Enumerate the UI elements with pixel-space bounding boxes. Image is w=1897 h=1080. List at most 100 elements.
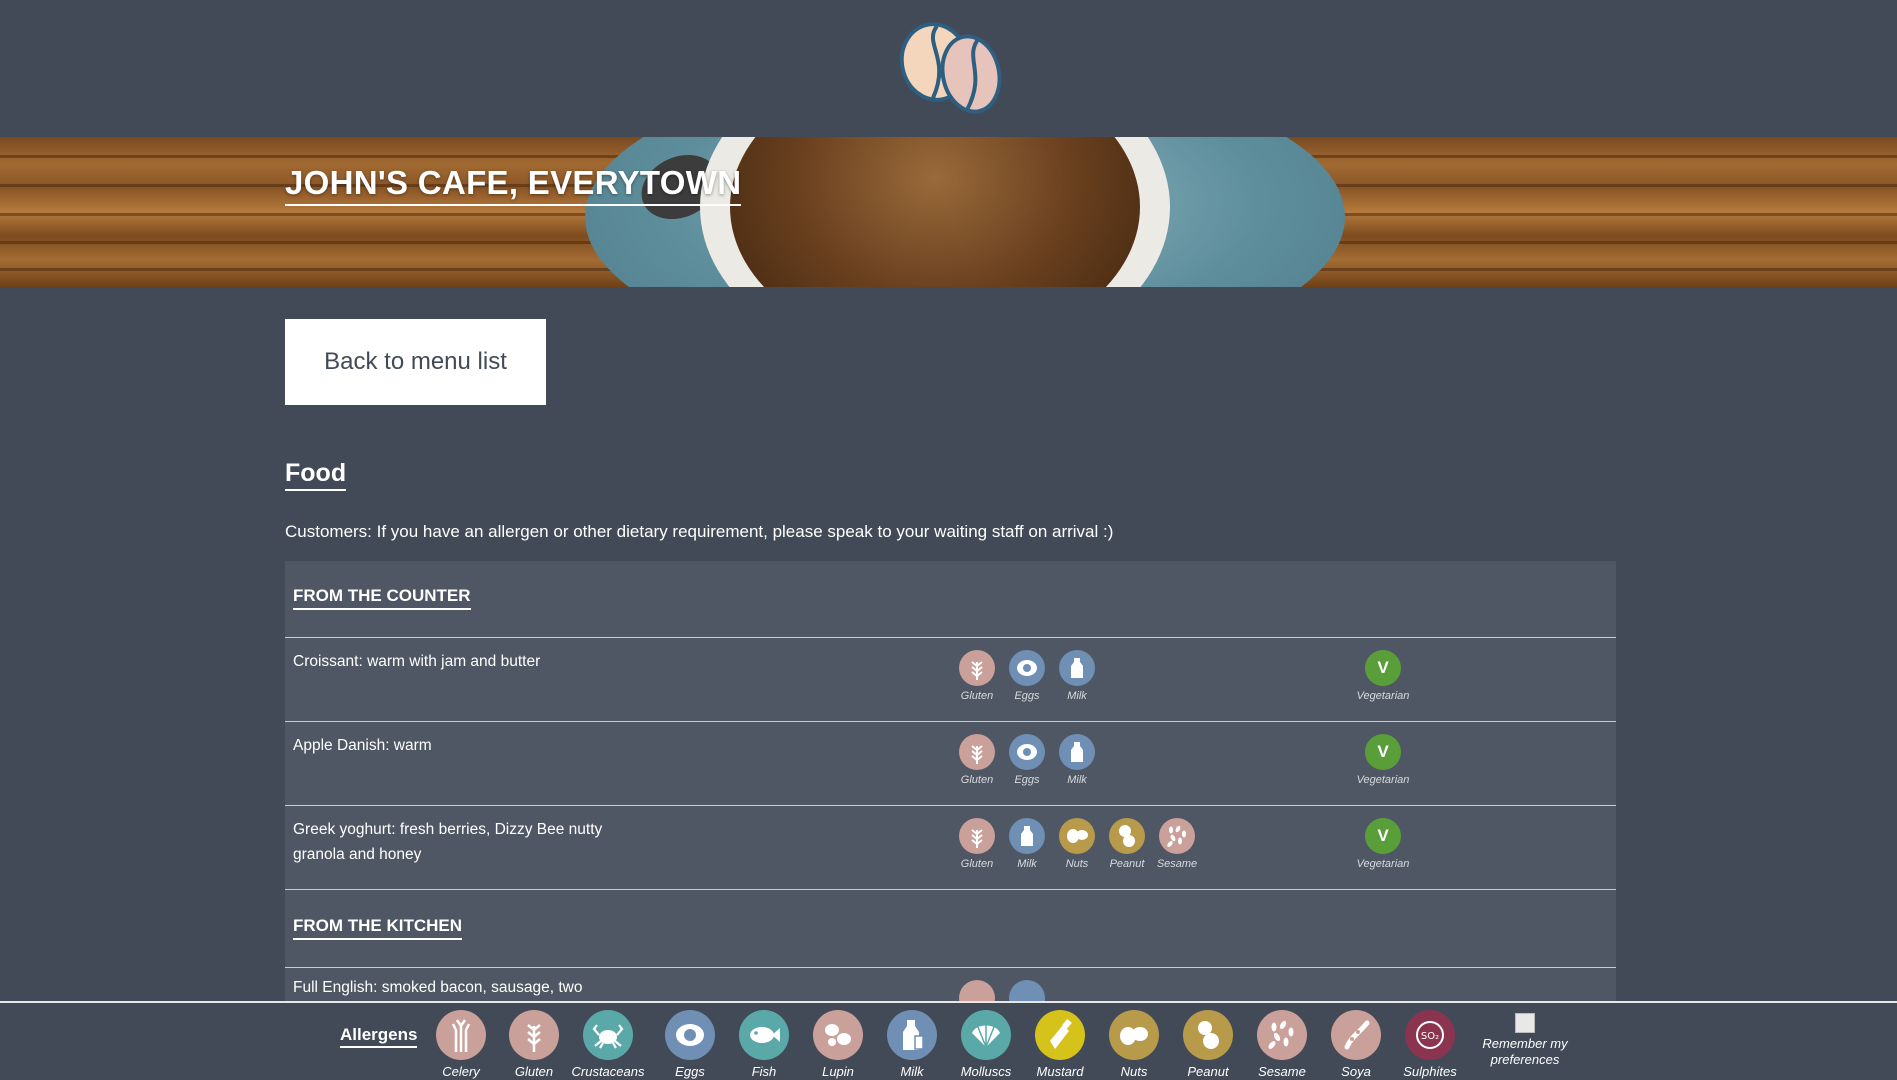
egg-icon (665, 1010, 715, 1060)
diet-label: Vegetarian (1356, 690, 1410, 702)
milk-bottle-icon (1009, 818, 1045, 854)
filter-gluten[interactable]: Gluten (497, 1010, 571, 1079)
allergens-label: Allergens (340, 1025, 418, 1048)
filter-milk[interactable]: Milk (875, 1010, 949, 1079)
allergen-label: Gluten (960, 774, 994, 786)
filter-label: Sulphites (1403, 1064, 1457, 1079)
allergen-label: Sesame (1156, 858, 1198, 870)
filter-label: Soya (1341, 1064, 1371, 1079)
filter-label: Fish (751, 1064, 777, 1079)
allergen-filter-bar: Allergens Celery Gluten Crustaceans Eggs… (0, 1001, 1897, 1080)
remember-preferences-checkbox[interactable] (1515, 1013, 1535, 1033)
header-banner (0, 137, 1897, 287)
filter-soya[interactable]: Soya (1319, 1010, 1393, 1079)
filter-mustard[interactable]: Mustard (1023, 1010, 1097, 1079)
filter-label: Sesame (1258, 1064, 1306, 1079)
category-heading: FROM THE COUNTER (293, 586, 471, 610)
allergen-milk: Milk (1052, 650, 1102, 702)
sulphites-symbol: SO₂ (1421, 1031, 1439, 1042)
diet-vegetarian: V Vegetarian (1343, 650, 1423, 702)
allergen-eggs: Eggs (1002, 650, 1052, 702)
wheat-icon (959, 818, 995, 854)
filter-label: Celery (442, 1064, 480, 1079)
section-title: Food (285, 459, 347, 491)
peanut-icon (1109, 818, 1145, 854)
filter-crustaceans[interactable]: Crustaceans (571, 1010, 645, 1079)
allergen-label: Gluten (960, 690, 994, 702)
vegetarian-icon: V (1365, 818, 1401, 854)
menu-item-name: Greek yoghurt: fresh berries, Dizzy Bee … (293, 821, 603, 863)
filter-sulphites[interactable]: SO₂ Sulphites (1393, 1010, 1467, 1079)
wheat-icon (509, 1010, 559, 1060)
allergen-label: Peanut (1109, 858, 1145, 870)
allergen-milk: Milk (1052, 734, 1102, 786)
diet-label: Vegetarian (1356, 774, 1410, 786)
sesame-icon (1257, 1010, 1307, 1060)
filter-lupin[interactable]: Lupin (801, 1010, 875, 1079)
page-title[interactable]: JOHN'S CAFE, EVERYTOWN (285, 164, 742, 206)
allergen-label: Eggs (1014, 774, 1040, 786)
filter-label: Eggs (675, 1064, 705, 1079)
egg-icon (1009, 734, 1045, 770)
allergen-label: Nuts (1065, 858, 1089, 870)
filter-nuts[interactable]: Nuts (1097, 1010, 1171, 1079)
allergen-label: Milk (1017, 858, 1037, 870)
menu-item-name: Full English: smoked bacon, sausage, two (293, 979, 583, 996)
menu-item-row: Apple Danish: warm Gluten Eggs Milk V Ve… (285, 721, 1616, 805)
filter-peanut[interactable]: Peanut (1171, 1010, 1245, 1079)
top-bar (0, 0, 1897, 137)
shell-icon (961, 1010, 1011, 1060)
allergen-gluten: Gluten (952, 818, 1002, 870)
vegetarian-icon: V (1365, 734, 1401, 770)
menu-item-row: Croissant: warm with jam and butter Glut… (285, 637, 1616, 721)
filter-label: Molluscs (960, 1064, 1012, 1079)
egg-icon (1009, 980, 1045, 1001)
allergen-label: Milk (1067, 690, 1087, 702)
allergen-eggs (1002, 980, 1052, 1001)
allergen-gluten (952, 980, 1002, 1001)
soya-icon (1331, 1010, 1381, 1060)
coffee-beans-icon[interactable] (893, 14, 1005, 118)
filter-label: Crustaceans (571, 1064, 645, 1079)
fish-icon (739, 1010, 789, 1060)
back-to-menu-list-button[interactable]: Back to menu list (285, 319, 546, 405)
crab-icon (583, 1010, 633, 1060)
vegetarian-icon: V (1365, 650, 1401, 686)
filter-label: Lupin (822, 1064, 854, 1079)
diet-vegetarian: V Vegetarian (1343, 818, 1423, 870)
filter-label: Peanut (1187, 1064, 1229, 1079)
sesame-icon (1159, 818, 1195, 854)
allergen-label: Gluten (960, 858, 994, 870)
remember-preferences-toggle[interactable]: Remember my preferences (1480, 1013, 1570, 1068)
milk-bottle-icon (1059, 650, 1095, 686)
allergen-nuts: Nuts (1052, 818, 1102, 870)
allergen-gluten: Gluten (952, 650, 1002, 702)
diet-label: Vegetarian (1356, 858, 1410, 870)
peanut-icon (1183, 1010, 1233, 1060)
filter-fish[interactable]: Fish (727, 1010, 801, 1079)
mustard-icon (1035, 1010, 1085, 1060)
filter-label: Gluten (514, 1064, 554, 1079)
wheat-icon (959, 650, 995, 686)
filter-sesame[interactable]: Sesame (1245, 1010, 1319, 1079)
filter-celery[interactable]: Celery (424, 1010, 498, 1079)
category-row: FROM THE KITCHEN (285, 889, 1616, 967)
allergen-label: Eggs (1014, 690, 1040, 702)
allergen-milk: Milk (1002, 818, 1052, 870)
celery-icon (436, 1010, 486, 1060)
egg-icon (1009, 650, 1045, 686)
menu-item-row: Full English: smoked bacon, sausage, two (285, 967, 1616, 1001)
menu-item-row: Greek yoghurt: fresh berries, Dizzy Bee … (285, 805, 1616, 889)
filter-molluscs[interactable]: Molluscs (949, 1010, 1023, 1079)
category-heading: FROM THE KITCHEN (293, 916, 463, 940)
filter-eggs[interactable]: Eggs (653, 1010, 727, 1079)
menu-table: FROM THE COUNTER Croissant: warm with ja… (285, 561, 1616, 1001)
nuts-icon (1109, 1010, 1159, 1060)
lupin-icon (813, 1010, 863, 1060)
filter-label: Mustard (1036, 1064, 1084, 1079)
menu-item-name: Croissant: warm with jam and butter (293, 653, 541, 670)
menu-item-name: Apple Danish: warm (293, 737, 432, 754)
allergen-gluten: Gluten (952, 734, 1002, 786)
filter-label: Milk (900, 1064, 924, 1079)
allergen-sesame: Sesame (1152, 818, 1202, 870)
